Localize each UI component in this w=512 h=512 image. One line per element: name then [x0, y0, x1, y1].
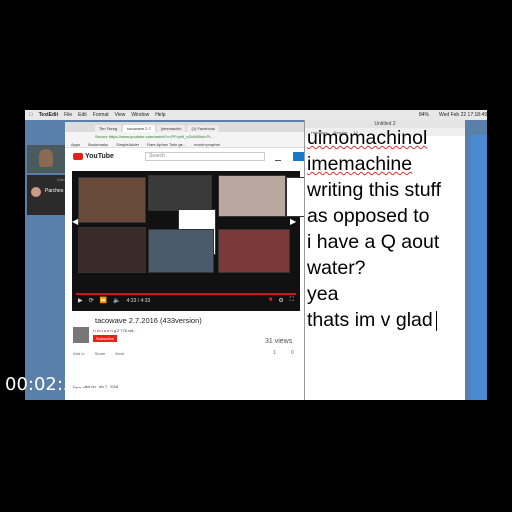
channel-avatar[interactable]: [73, 327, 89, 343]
volume-icon[interactable]: 🔈: [113, 297, 120, 304]
video-title: tacowave 2.7.2016 (433version): [95, 316, 202, 325]
textedit-document[interactable]: uimomachinol imemachine writing this stu…: [307, 127, 463, 333]
bookmarks-bar: Apps Bookmarks SimpleAdder Rare Aphex Tw…: [65, 141, 305, 148]
textedit-window: Untitled 2 Helvetica Regular 12 uimomach…: [304, 120, 465, 400]
menu-format[interactable]: Format: [93, 112, 109, 118]
dislike-count[interactable]: 0: [291, 350, 294, 356]
video-action-bar: Add to Share More: [73, 351, 124, 356]
youtube-logo[interactable]: YouTube: [73, 153, 114, 160]
text-line: i have a Q aout: [307, 231, 440, 253]
tab-tacowave[interactable]: tacowave 2.7: [123, 125, 155, 132]
text-line: uimomachinol: [307, 127, 428, 149]
player-right-controls: ■ ⚙ ⛶: [269, 297, 294, 304]
bookmark-aphex-twin[interactable]: Rare Aphex Twin ge...: [147, 142, 186, 147]
end-screen-thumbnail[interactable]: [148, 175, 212, 211]
end-screen-thumbnail[interactable]: [148, 229, 214, 273]
text-line: water?: [307, 257, 366, 279]
browser-tab-strip: Tim Tseng tacowave 2.7 (imemachin (1) Fa…: [65, 122, 305, 132]
menu-view[interactable]: View: [115, 112, 126, 118]
youtube-search-input[interactable]: Search: [145, 152, 265, 161]
play-icon[interactable]: ▶: [78, 297, 83, 304]
bookmark-simpleadder[interactable]: SimpleAdder: [116, 142, 139, 147]
bookmark-bookmarks[interactable]: Bookmarks: [88, 142, 108, 147]
share-button[interactable]: Share: [95, 351, 106, 356]
video-player[interactable]: ◀ ▶ ▶ ⟳ ⏩ 🔈 4:33 / 4:33 ■ ⚙ ⛶: [72, 171, 305, 311]
subscribe-button[interactable]: Subscribe: [93, 335, 117, 342]
next-icon[interactable]: ⏩: [100, 297, 107, 304]
caller-avatar: [31, 187, 41, 197]
tab-facebook[interactable]: (1) Facebook: [187, 125, 220, 132]
menu-help[interactable]: Help: [155, 112, 165, 118]
replay-icon[interactable]: ⟳: [89, 297, 94, 304]
end-screen-thumbnail[interactable]: [286, 177, 305, 217]
apple-icon[interactable]: : [29, 112, 33, 118]
menu-file[interactable]: File: [64, 112, 72, 118]
player-prev-arrow[interactable]: ◀: [72, 217, 78, 226]
menu-window[interactable]: Window: [131, 112, 149, 118]
bookmark-monk-prophet[interactable]: monk+prophet: [194, 142, 220, 147]
player-time: 4:33 / 4:33: [126, 297, 151, 304]
menubar-clock[interactable]: Wed Feb 22 17:18:49: [439, 112, 487, 118]
tab-tim-tseng[interactable]: Tim Tseng: [95, 125, 122, 132]
text-line: imemachine: [307, 153, 413, 175]
bookmark-apps[interactable]: Apps: [71, 142, 80, 147]
add-to-button[interactable]: Add to: [73, 351, 85, 356]
youtube-badge-icon[interactable]: ■: [269, 297, 273, 304]
mac-menubar:  TextEdit File Edit Format View Window …: [25, 110, 487, 120]
youtube-header: YouTube Search: [65, 149, 305, 165]
end-screen-thumbnail[interactable]: [218, 175, 286, 217]
end-screen-thumbnail[interactable]: [78, 227, 146, 273]
end-screen-thumbnail[interactable]: [218, 229, 290, 273]
text-line: writing this stuff: [307, 179, 442, 201]
like-count[interactable]: 1: [273, 350, 276, 356]
youtube-play-icon: [73, 153, 83, 160]
text-line: as opposed to: [307, 205, 430, 227]
player-next-arrow[interactable]: ▶: [290, 217, 296, 226]
video-timecode: 00:02:34;11: [5, 374, 115, 395]
caller-name: Parches: [45, 188, 64, 194]
text-line-last: thats im v glad: [307, 307, 463, 333]
upload-icon[interactable]: [275, 154, 281, 161]
view-count: 31 views: [265, 338, 293, 345]
fullscreen-icon[interactable]: ⛶: [290, 297, 294, 304]
progress-bar[interactable]: [76, 293, 296, 295]
player-controls: ▶ ⟳ ⏩ 🔈 4:33 / 4:33: [78, 297, 151, 305]
channel-name[interactable]: t i m t s e n g 2 776 vid...: [93, 328, 137, 333]
menubar-app-name[interactable]: TextEdit: [39, 112, 58, 118]
text-line-content: thats im v glad: [307, 309, 433, 331]
menu-edit[interactable]: Edit: [78, 112, 87, 118]
tab-imemachine[interactable]: (imemachin: [156, 125, 186, 132]
chrome-window: Tim Tseng tacowave 2.7 (imemachin (1) Fa…: [65, 122, 305, 400]
background-window-edge: [470, 135, 487, 400]
settings-icon[interactable]: ⚙: [278, 297, 283, 304]
desktop-screen:  TextEdit File Edit Format View Window …: [25, 110, 487, 400]
call-webcam-preview: [27, 145, 65, 173]
text-line: yea: [307, 283, 339, 305]
end-screen-thumbnail[interactable]: [78, 177, 146, 223]
youtube-logo-text: YouTube: [85, 153, 114, 160]
address-bar[interactable]: Secure https://www.youtube.com/watch?v=P…: [65, 132, 305, 141]
battery-indicator[interactable]: 84%: [419, 112, 433, 118]
text-cursor: [435, 310, 437, 331]
person-avatar: [39, 149, 53, 167]
more-button[interactable]: More: [115, 351, 124, 356]
